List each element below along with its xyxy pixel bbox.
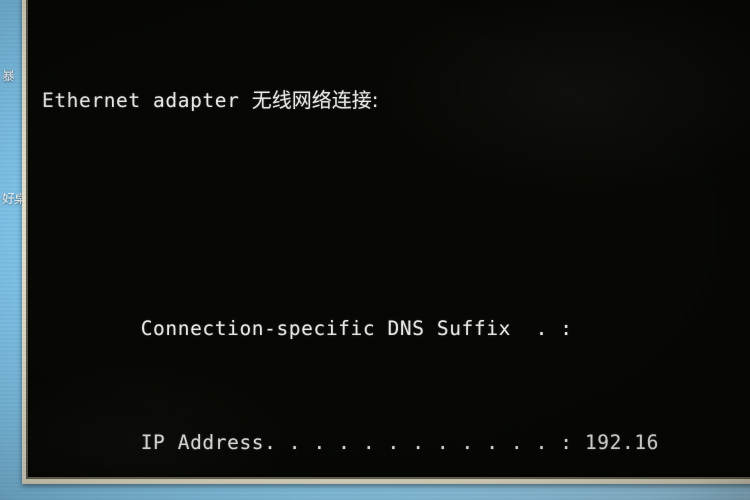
console-line-blank-1 — [42, 200, 750, 229]
console-line-ip-address: IP Address. . . . . . . . . . . . : 192.… — [42, 430, 659, 454]
adapter-name-cjk: 无线网络连接: — [251, 87, 379, 112]
console-output-area[interactable]: Ethernet adapter 无线网络连接: Connection-spec… — [30, 0, 750, 474]
console-line-adapter-header: Ethernet adapter 无线网络连接: — [42, 86, 750, 115]
console-text-buffer: Ethernet adapter 无线网络连接: Connection-spec… — [42, 0, 750, 474]
console-line-dns-suffix: Connection-specific DNS Suffix . : — [42, 316, 573, 340]
screenshot-root: 暴 好桌 Ethernet adapter 无线网络连接: Connection… — [0, 0, 750, 500]
adapter-header-text: Ethernet adapter — [42, 88, 252, 112]
command-prompt-window[interactable]: Ethernet adapter 无线网络连接: Connection-spec… — [22, 0, 750, 484]
